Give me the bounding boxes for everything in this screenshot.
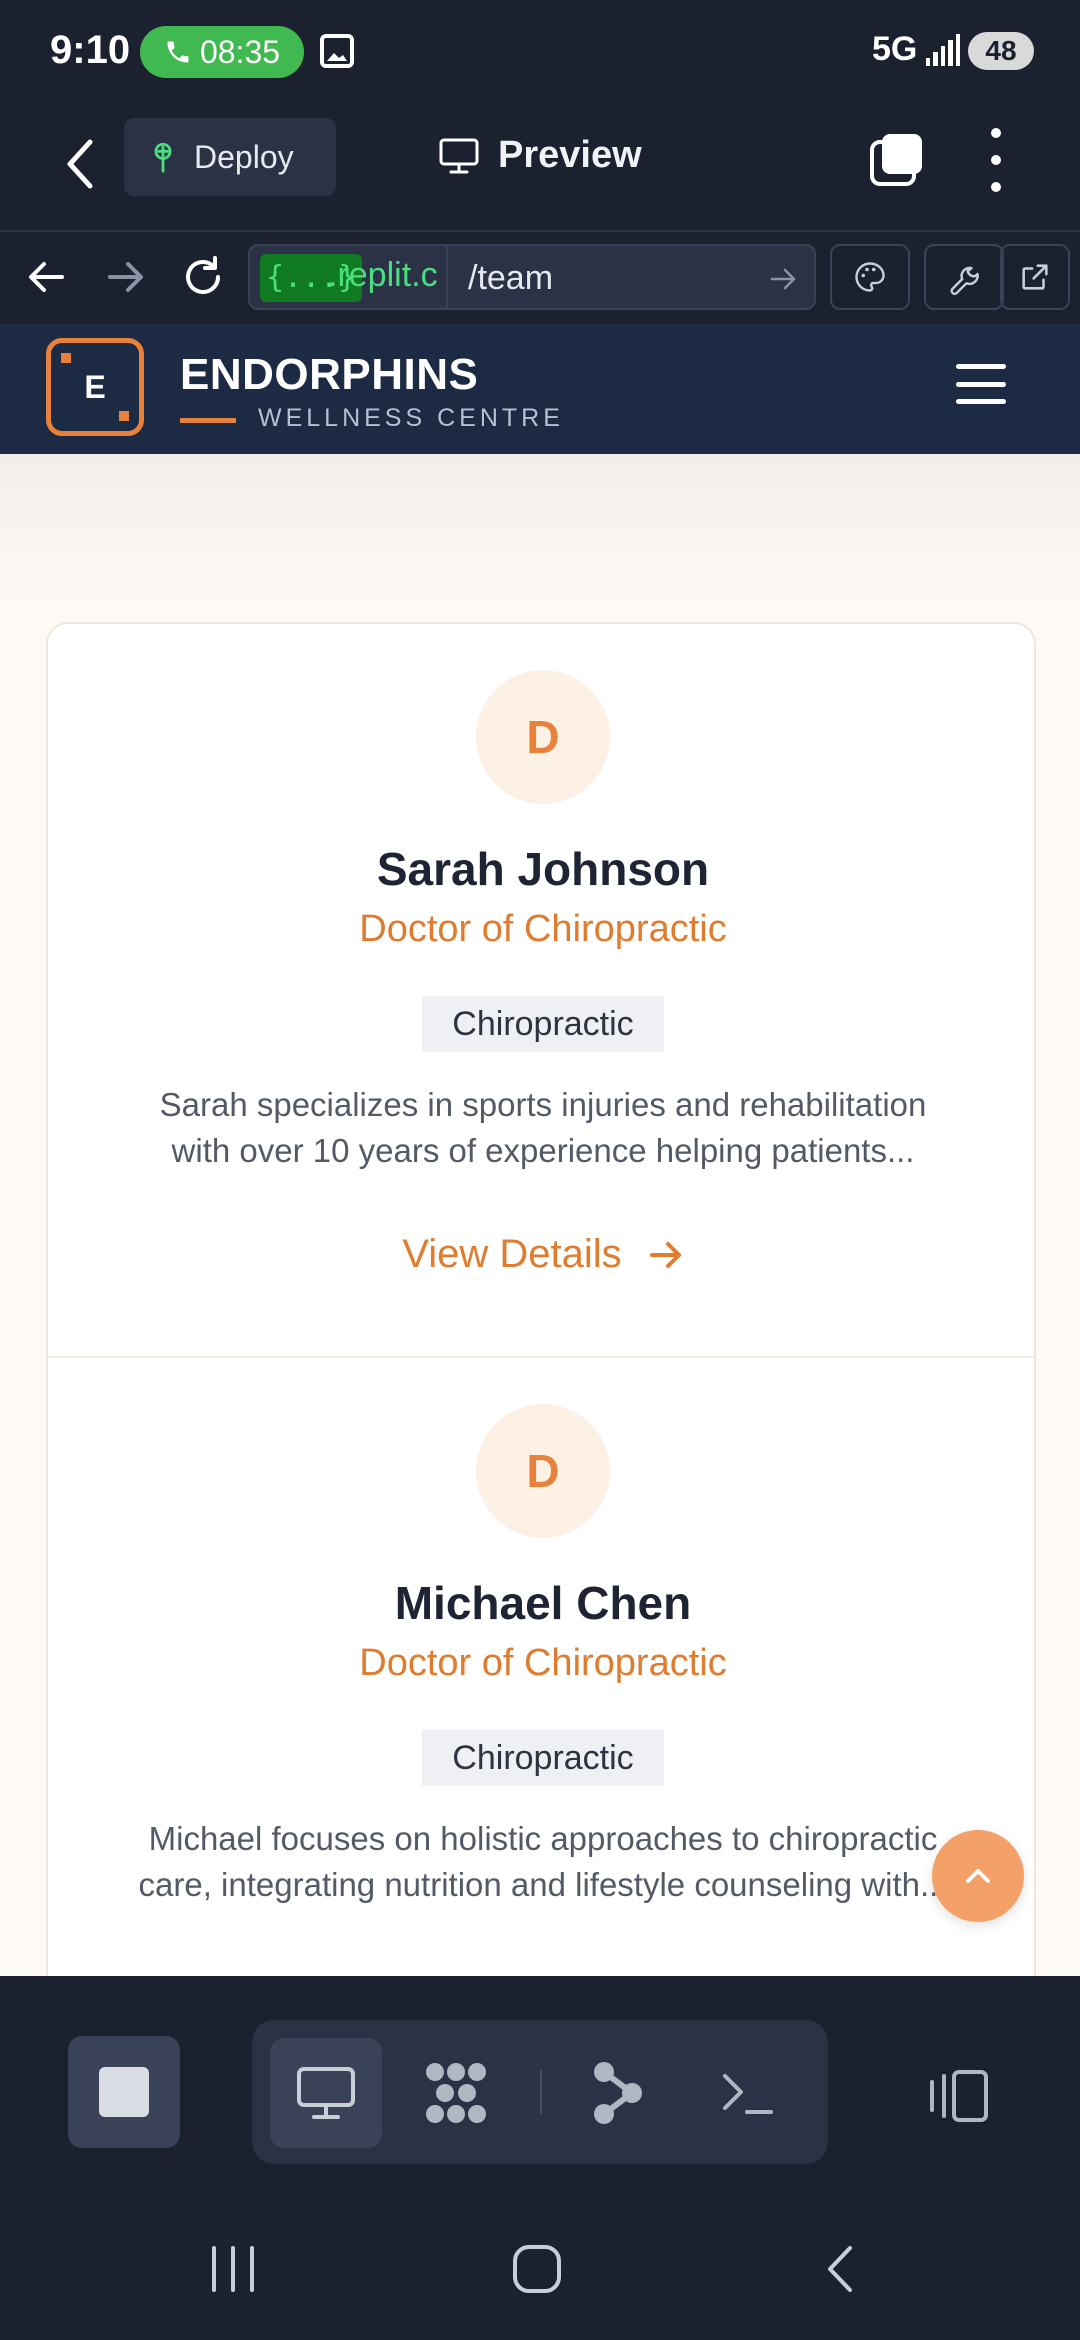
modules-view-button[interactable] xyxy=(400,2038,512,2148)
avatar: D xyxy=(476,670,610,804)
member-description-line: with over 10 years of experience helping… xyxy=(171,1132,915,1169)
section-background xyxy=(0,454,1080,604)
brand-accent-line xyxy=(180,418,236,423)
open-external-button[interactable] xyxy=(1000,244,1070,310)
image-icon xyxy=(320,34,354,68)
stop-button[interactable] xyxy=(68,2036,180,2148)
chevron-up-icon xyxy=(966,1869,990,1883)
network-type: 5G xyxy=(872,30,918,68)
tabs-icon[interactable] xyxy=(868,132,924,188)
deploy-label: Deploy xyxy=(194,138,294,175)
card-divider xyxy=(48,1356,1034,1358)
external-link-icon xyxy=(1022,264,1048,290)
view-switcher xyxy=(252,2020,828,2164)
home-icon[interactable] xyxy=(510,2242,564,2296)
monitor-icon xyxy=(439,138,479,173)
member-role: Doctor of Chiropractic xyxy=(359,1642,727,1684)
brand-subtitle: WELLNESS CENTRE xyxy=(258,404,564,432)
member-role: Doctor of Chiropractic xyxy=(359,908,727,950)
url-host: .replit.c xyxy=(328,256,438,294)
preview-view-button[interactable] xyxy=(270,2038,382,2148)
member-description-line: Michael focuses on holistic approaches t… xyxy=(148,1820,938,1857)
deploy-button[interactable]: Deploy xyxy=(124,118,336,196)
specialty-badge: Chiropractic xyxy=(422,996,664,1052)
terminal-icon xyxy=(723,2074,773,2114)
app-toolbar: Deploy Preview xyxy=(0,100,1080,230)
team-card: D Sarah Johnson Doctor of Chiropractic C… xyxy=(46,622,1036,1976)
git-icon xyxy=(594,2062,642,2124)
url-field[interactable]: {...} .replit.c /team xyxy=(248,244,816,310)
phone-icon xyxy=(167,41,189,63)
bottom-app-bar xyxy=(0,1976,1080,2196)
view-details-label: View Details xyxy=(402,1232,622,1276)
hamburger-icon[interactable] xyxy=(956,364,1006,404)
call-timer: 08:35 xyxy=(199,33,281,70)
palette-button[interactable] xyxy=(830,244,910,310)
specialty-badge: Chiropractic xyxy=(422,1730,664,1786)
call-indicator[interactable]: 08:35 xyxy=(140,26,304,78)
arrow-left-icon[interactable] xyxy=(22,252,72,302)
recent-apps-icon[interactable] xyxy=(208,2242,258,2296)
avatar: D xyxy=(476,1404,610,1538)
shell-view-button[interactable] xyxy=(692,2038,804,2148)
member-name: Michael Chen xyxy=(394,1577,692,1629)
reload-icon[interactable] xyxy=(178,252,228,302)
preview-tab[interactable]: Preview xyxy=(438,134,642,177)
back-icon[interactable] xyxy=(820,2242,860,2296)
palette-icon xyxy=(855,262,885,292)
git-view-button[interactable] xyxy=(562,2038,674,2148)
back-chevron-icon[interactable] xyxy=(60,134,100,194)
arrow-right-icon xyxy=(649,1241,681,1268)
webview: E ENDORPHINS WELLNESS CENTRE D Sarah Joh… xyxy=(0,324,1080,1976)
panel-toggle-icon[interactable] xyxy=(924,2068,990,2124)
stop-icon xyxy=(99,2067,149,2117)
monitor-icon xyxy=(297,2067,355,2119)
status-time: 9:10 xyxy=(50,28,131,72)
tools-button[interactable] xyxy=(924,244,1004,310)
kebab-icon[interactable] xyxy=(984,128,1008,192)
system-navigation-bar xyxy=(0,2196,1080,2340)
brand-name: ENDORPHINS xyxy=(180,350,479,399)
arrow-right-icon[interactable] xyxy=(100,252,150,302)
browser-url-bar: {...} .replit.c /team xyxy=(0,230,1080,324)
scroll-top-button[interactable] xyxy=(932,1830,1024,1922)
member-description-line: care, integrating nutrition and lifestyl… xyxy=(138,1866,948,1903)
member-description-line: Sarah specializes in sports injuries and… xyxy=(159,1086,927,1123)
site-logo[interactable]: E xyxy=(46,338,144,436)
wrench-icon xyxy=(950,266,979,295)
battery-indicator: 48 xyxy=(968,32,1034,70)
logo-letter: E xyxy=(84,368,106,405)
member-description: Michael focuses on holistic approaches t… xyxy=(88,1816,998,1908)
signal-icon xyxy=(926,32,961,66)
url-path: /team xyxy=(468,259,554,297)
status-bar: 9:10 08:35 5G 48 xyxy=(0,0,1080,100)
member-name: Sarah Johnson xyxy=(376,843,710,895)
url-path-input[interactable]: /team xyxy=(446,246,814,308)
site-header: E ENDORPHINS WELLNESS CENTRE xyxy=(0,324,1080,454)
view-details-link[interactable]: View Details xyxy=(48,1232,1034,1277)
segment-divider xyxy=(540,2070,542,2114)
member-description: Sarah specializes in sports injuries and… xyxy=(108,1082,978,1174)
deploy-icon xyxy=(154,142,172,173)
preview-label: Preview xyxy=(498,134,642,176)
go-arrow-icon[interactable] xyxy=(768,264,798,294)
modules-icon xyxy=(426,2063,486,2123)
